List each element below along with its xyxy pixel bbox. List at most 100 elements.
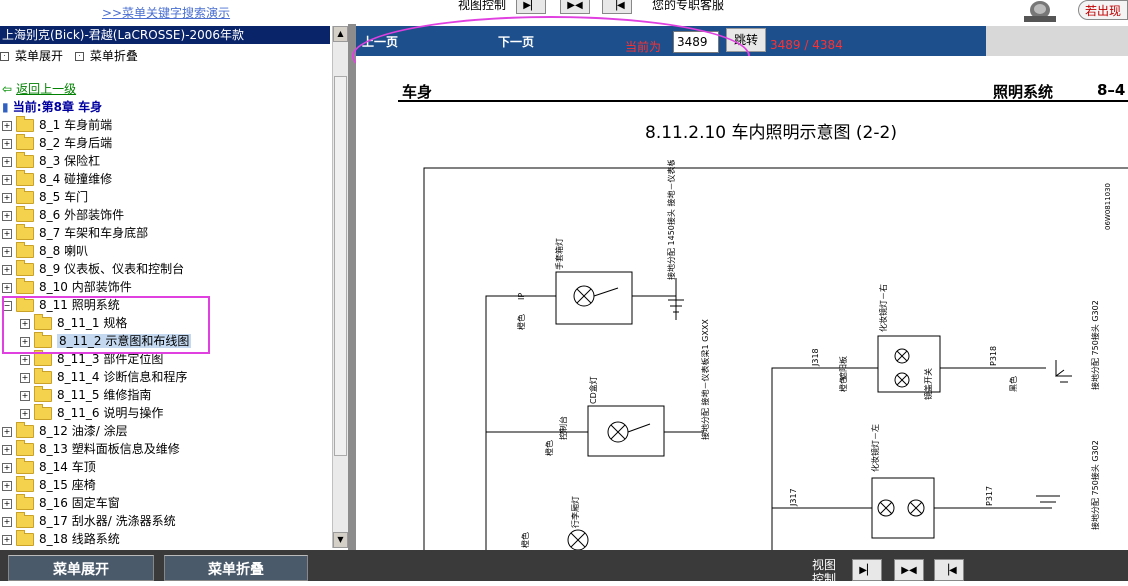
back-link[interactable]: ⇦ 返回上一级 (2, 80, 76, 97)
tree-item-text: 8_14 车顶 (39, 460, 96, 474)
folder-icon (34, 404, 52, 420)
tree-item-code: 8_17 (39, 514, 68, 528)
expand-toggle-icon[interactable]: + (2, 174, 12, 185)
tree-item-label: 喇叭 (64, 244, 89, 258)
tree-item[interactable]: +8_9 仪表板、仪表和控制台 (2, 260, 184, 278)
expand-toggle-icon[interactable]: + (2, 498, 12, 509)
ground-icon (1055, 360, 1072, 383)
tree-item-text: 8_7 车架和车身底部 (39, 226, 148, 240)
wire-label: 橙色 (544, 440, 554, 456)
scroll-down-icon[interactable]: ▼ (333, 532, 348, 548)
tree-item[interactable]: +8_8 喇叭 (2, 242, 88, 260)
tree-item-code: 8_2 (39, 136, 61, 150)
tree-item[interactable]: +8_7 车架和车身底部 (2, 224, 148, 242)
expand-toggle-icon[interactable]: + (2, 516, 12, 527)
tree-item-label: 塑料面板信息及维修 (71, 442, 180, 456)
tree-item-text: 8_15 座椅 (39, 478, 96, 492)
expand-toggle-icon[interactable]: + (2, 138, 12, 149)
tree-item-label: 车门 (64, 190, 89, 204)
folder-icon (16, 440, 34, 456)
expand-toggle-icon[interactable]: + (2, 534, 12, 545)
tree-item-code: 8_1 (39, 118, 61, 132)
expand-toggle-icon[interactable]: + (2, 264, 12, 275)
arrow-right-icon: ▶▏ (859, 564, 875, 576)
tree-item-label: 车架和车身底部 (64, 226, 149, 240)
tree-item[interactable]: +8_12 油漆/ 涂层 (2, 422, 128, 440)
search-demo-link[interactable]: >>菜单关键字搜索演示 (0, 4, 332, 21)
ground3-label: 接地分配 750接头 G302 (1090, 300, 1100, 390)
expand-toggle-icon[interactable]: + (2, 480, 12, 491)
expand-toggle-icon[interactable]: + (2, 228, 12, 239)
expand-toggle-icon[interactable]: + (20, 372, 30, 383)
tree-item-code: 8_14 (39, 460, 68, 474)
tree-title: 上海别克(Bick)-君越(LaCROSSE)-2006年款 (0, 26, 330, 44)
j318-label: J318 (811, 348, 820, 367)
expand-toggle-icon[interactable]: + (2, 444, 12, 455)
expand-toggle-icon[interactable]: + (20, 408, 30, 419)
tree-item-label: 部件定位图 (103, 352, 164, 366)
tree-item[interactable]: +8_17 刮水器/ 洗涤器系统 (2, 512, 176, 530)
tree-item[interactable]: +8_4 碰撞维修 (2, 170, 112, 188)
tree-item[interactable]: +8_11_4 诊断信息和程序 (20, 368, 187, 386)
dimmer-label: 控制台 (558, 416, 568, 440)
expand-toggle-icon[interactable]: + (2, 462, 12, 473)
bottom-view-fit-button[interactable]: ▕◀ (934, 559, 964, 581)
folder-icon (16, 224, 34, 240)
double-arrow-icon: ▶◀ (901, 564, 917, 576)
expand-toggle-icon[interactable]: + (20, 390, 30, 401)
tree-item[interactable]: +8_11_5 维修指南 (20, 386, 151, 404)
tree-item[interactable]: +8_1 车身前端 (2, 116, 112, 134)
tree-item[interactable]: +8_2 车身后端 (2, 134, 112, 152)
tree-item[interactable]: +8_6 外部装饰件 (2, 206, 124, 224)
view-fit-button[interactable]: ▕◀ (602, 0, 632, 14)
view-single-page-button[interactable]: ▶▏ (516, 0, 546, 14)
p317-label: P317 (985, 486, 994, 506)
mascot-icon (1024, 1, 1056, 22)
tree-item[interactable]: +8_18 线路系统 (2, 530, 120, 548)
tree-item-label: 维修指南 (103, 388, 152, 402)
ip-label: IP (517, 293, 526, 300)
exit-button[interactable]: 若出现 (1078, 0, 1128, 20)
tree-item[interactable]: +8_14 车顶 (2, 458, 96, 476)
expand-toggle-icon[interactable]: + (20, 354, 30, 365)
tree-scrollbar[interactable]: ▲ ▼ (332, 26, 348, 548)
tree-item[interactable]: +8_15 座椅 (2, 476, 96, 494)
folder-icon (16, 242, 34, 258)
scroll-thumb[interactable] (334, 76, 347, 456)
folder-icon (16, 152, 34, 168)
doc-title: 8.11.2.10 车内照明示意图 (2-2) (645, 123, 897, 143)
bottom-view-double-button[interactable]: ▶◀ (894, 559, 924, 581)
expand-toggle-icon[interactable]: + (2, 282, 12, 293)
service-text: 您的专职客服 (652, 0, 725, 12)
tree-item-text: 8_6 外部装饰件 (39, 208, 124, 222)
tree-expand-control[interactable]: · 菜单展开 (0, 47, 63, 64)
tree-item[interactable]: +8_13 塑料面板信息及维修 (2, 440, 180, 458)
pane-divider[interactable] (348, 24, 356, 550)
expand-toggle-icon[interactable]: + (2, 210, 12, 221)
tree-item[interactable]: +8_5 车门 (2, 188, 88, 206)
folder-icon (34, 368, 52, 384)
expand-toggle-icon[interactable]: + (2, 246, 12, 257)
bottom-view-single-button[interactable]: ▶▏ (852, 559, 882, 581)
doc-header-left: 车身 (402, 83, 433, 101)
tree-item[interactable]: +8_10 内部装饰件 (2, 278, 132, 296)
bottom-collapse-button[interactable]: 菜单折叠 (164, 555, 308, 581)
tree-item-text: 8_3 保险杠 (39, 154, 100, 168)
view-double-page-button[interactable]: ▶◀ (560, 0, 590, 14)
tree-item-code: 8_11_5 (57, 388, 100, 402)
expand-toggle-icon[interactable]: + (2, 120, 12, 131)
cd-lamp-box (587, 405, 665, 457)
j317-label: J317 (789, 488, 798, 507)
tree-item-text: 8_18 线路系统 (39, 532, 120, 546)
tree-item[interactable]: +8_3 保险杠 (2, 152, 100, 170)
expand-toggle-icon[interactable]: + (2, 156, 12, 167)
expand-toggle-icon[interactable]: + (2, 426, 12, 437)
tree-item[interactable]: +8_11_6 说明与操作 (20, 404, 163, 422)
scroll-up-icon[interactable]: ▲ (333, 26, 348, 42)
tree-item[interactable]: +8_16 固定车窗 (2, 494, 120, 512)
bottom-expand-button[interactable]: 菜单展开 (8, 555, 154, 581)
vanity-left-box (871, 477, 935, 539)
book-icon: ▮ (2, 100, 9, 114)
expand-toggle-icon[interactable]: + (2, 192, 12, 203)
tree-collapse-control[interactable]: · 菜单折叠 (74, 47, 138, 64)
